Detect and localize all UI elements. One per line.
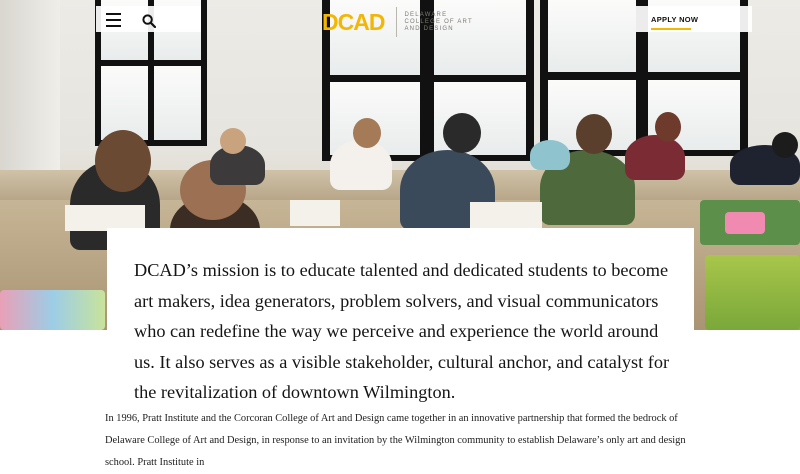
hero-paper xyxy=(290,200,340,226)
logo-line: DELAWARE xyxy=(404,11,448,18)
hero-student-head xyxy=(220,128,246,154)
hero-paper xyxy=(470,202,542,228)
logo-mark: DCAD xyxy=(322,8,385,35)
mission-statement: DCAD’s mission is to educate talented an… xyxy=(134,260,670,402)
hero-student-head xyxy=(772,132,798,158)
hero-student-head xyxy=(95,130,151,192)
apply-now-button[interactable]: APPLY NOW xyxy=(651,13,698,30)
hero-student-head xyxy=(443,113,481,153)
hero-student xyxy=(625,135,685,180)
logo-wordmark: DELAWARE COLLEGE OF ART AND DESIGN xyxy=(404,12,472,33)
logo-line: COLLEGE OF ART xyxy=(404,18,473,25)
hero-student xyxy=(530,140,570,170)
search-icon[interactable] xyxy=(142,14,157,29)
history-paragraph: In 1996, Pratt Institute and the Corcora… xyxy=(105,413,686,468)
hero-artwork xyxy=(705,255,800,330)
logo-line: AND DESIGN xyxy=(404,25,454,32)
hero-student-head xyxy=(655,112,681,142)
hero-student-head xyxy=(576,114,612,154)
hero-student xyxy=(330,140,392,190)
hero-palette xyxy=(0,290,105,330)
hero-artwork xyxy=(725,212,765,234)
hamburger-menu-icon[interactable] xyxy=(106,13,121,27)
logo-divider xyxy=(396,7,398,37)
mission-statement-card: DCAD’s mission is to educate talented an… xyxy=(107,228,694,402)
hero-student-head xyxy=(353,118,381,148)
dcad-logo[interactable]: DCAD DELAWARE COLLEGE OF ART AND DESIGN xyxy=(322,7,473,37)
